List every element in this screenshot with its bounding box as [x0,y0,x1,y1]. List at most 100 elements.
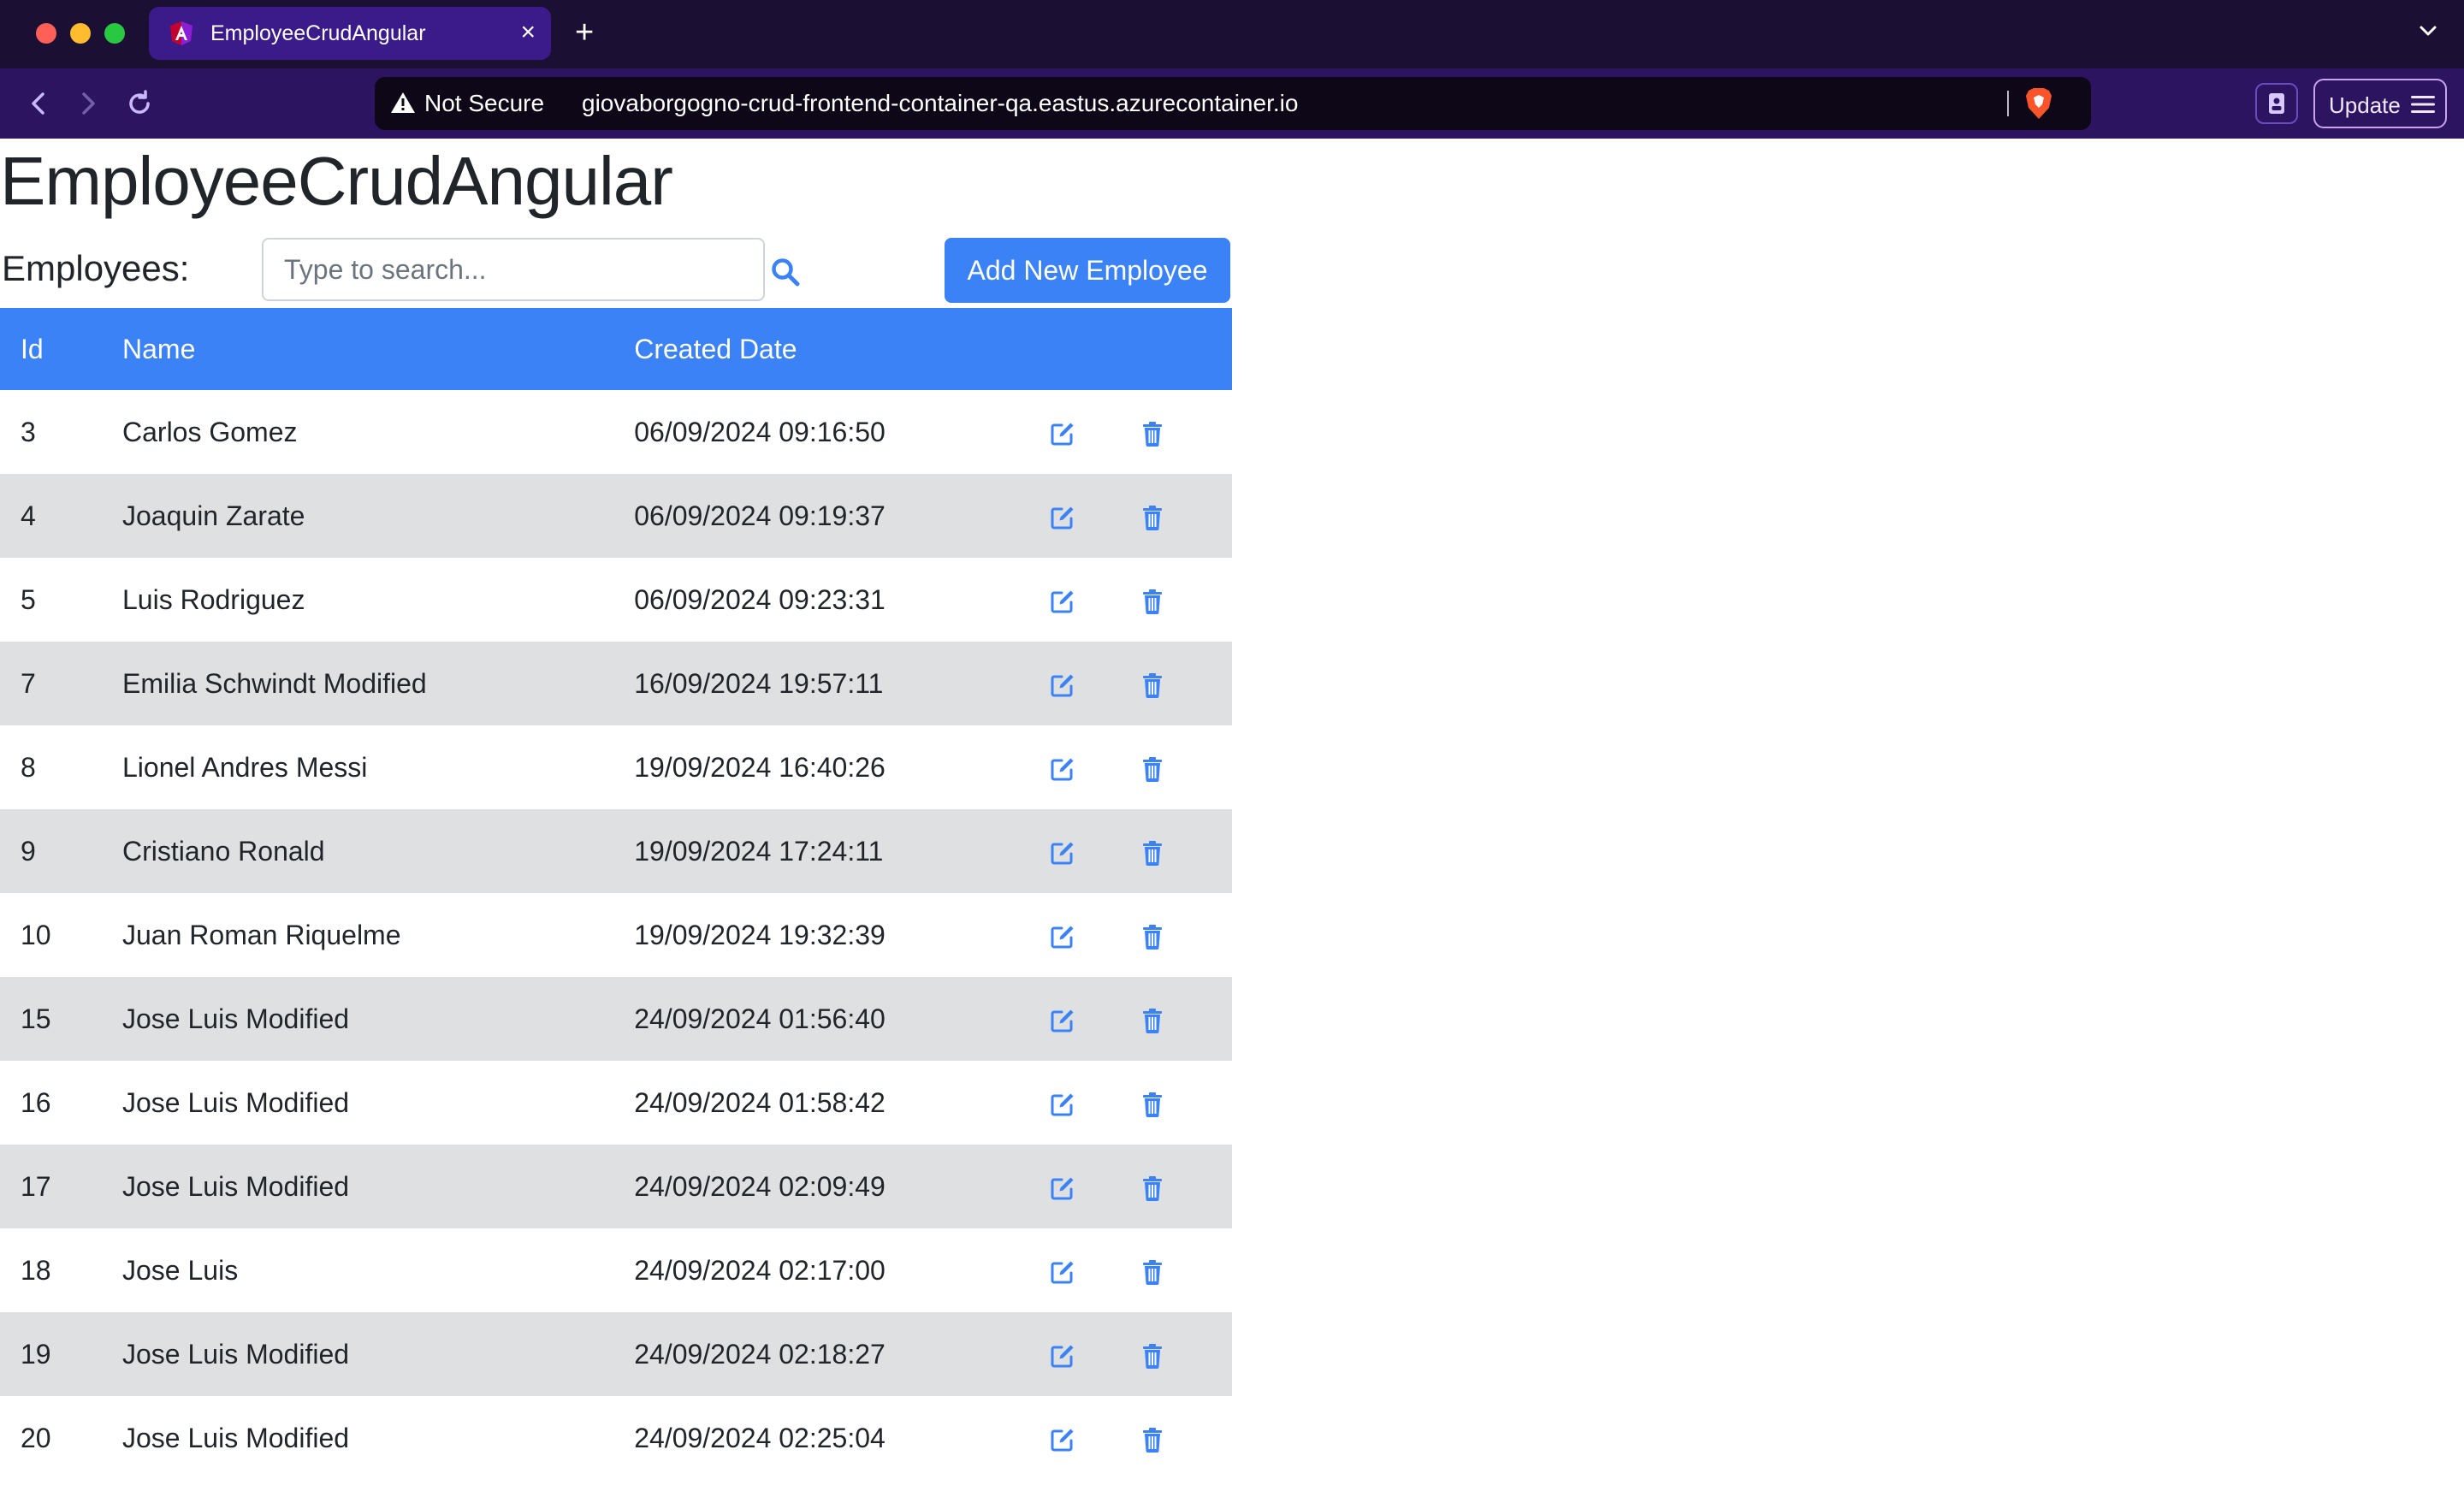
address-bar-divider [2007,91,2009,116]
cell-created-date: 24/09/2024 02:17:00 [634,1254,886,1286]
delete-button[interactable] [1137,977,1232,1061]
menu-icon [2411,96,2435,113]
minimize-window-button[interactable] [70,23,91,44]
edit-button[interactable] [1048,1145,1138,1228]
edit-button[interactable] [1048,1061,1137,1145]
chevron-down-icon[interactable] [2416,19,2440,43]
edit-icon[interactable] [1048,1006,1077,1035]
edit-button[interactable] [1048,809,1138,893]
address-bar[interactable]: Not Secure giovaborgogno-crud-frontend-c… [375,77,2091,130]
url-text[interactable]: giovaborgogno-crud-frontend-container-qa… [582,90,1298,117]
table-row: 15 Jose Luis Modified 24/09/2024 01:56:40 [0,977,1232,1061]
trash-icon[interactable] [1138,503,1167,532]
trash-icon[interactable] [1138,1341,1167,1370]
delete-button[interactable] [1138,1228,1232,1312]
edit-icon[interactable] [1048,922,1077,951]
update-label: Update [2329,92,2401,118]
back-arrow-icon[interactable] [21,86,56,121]
browser-tab[interactable]: EmployeeCrudAngular × [149,7,551,60]
trash-icon[interactable] [1138,671,1167,700]
edit-icon[interactable] [1048,419,1077,448]
add-new-employee-button[interactable]: Add New Employee [945,238,1230,303]
search-icon[interactable] [770,257,801,287]
edit-icon[interactable] [1048,1425,1077,1454]
edit-button[interactable] [1048,474,1138,558]
close-window-button[interactable] [36,23,56,44]
forward-arrow-icon[interactable] [70,86,106,121]
delete-button[interactable] [1138,893,1232,977]
edit-icon[interactable] [1048,754,1077,784]
column-header-id: Id [0,308,122,390]
delete-button[interactable] [1137,642,1232,725]
delete-button[interactable] [1138,1061,1232,1145]
edit-button[interactable] [1048,977,1138,1061]
delete-button[interactable] [1137,809,1232,893]
cell-created-date: 19/09/2024 16:40:26 [634,751,886,783]
trash-icon[interactable] [1138,1006,1167,1035]
trash-icon[interactable] [1138,922,1167,951]
tab-close-icon[interactable]: × [520,17,536,48]
brave-shields-icon[interactable] [2024,87,2053,120]
trash-icon[interactable] [1138,754,1167,784]
trash-icon[interactable] [1138,838,1167,867]
wallet-icon [2269,93,2284,114]
maximize-window-button[interactable] [104,23,125,44]
wallet-button[interactable] [2255,83,2298,124]
edit-button[interactable] [1048,1228,1137,1312]
edit-button[interactable] [1048,390,1137,474]
delete-button[interactable] [1137,1312,1232,1396]
cell-name: Jose Luis Modified [122,1312,635,1396]
edit-button[interactable] [1048,725,1137,809]
delete-button[interactable] [1137,1145,1232,1228]
edit-icon[interactable] [1048,1341,1077,1370]
cell-id: 8 [21,751,36,783]
trash-icon[interactable] [1138,1425,1167,1454]
new-tab-button[interactable]: + [575,15,594,50]
table-row: 4 Joaquin Zarate 06/09/2024 09:19:37 [0,474,1232,558]
delete-button[interactable] [1137,474,1232,558]
edit-icon[interactable] [1048,671,1077,700]
edit-button[interactable] [1048,1312,1138,1396]
cell-created-date: 24/09/2024 01:58:42 [634,1086,886,1118]
table-row: 18 Jose Luis 24/09/2024 02:17:00 [0,1228,1232,1312]
delete-button[interactable] [1138,390,1232,474]
cell-created-date: 24/09/2024 02:25:04 [634,1422,886,1453]
trash-icon[interactable] [1138,587,1167,616]
table-row: 17 Jose Luis Modified 24/09/2024 02:09:49 [0,1145,1232,1228]
table-row: 7 Emilia Schwindt Modified 16/09/2024 19:5… [0,642,1232,725]
cell-name: Carlos Gomez [122,416,298,447]
trash-icon[interactable] [1138,1174,1167,1203]
cell-id: 18 [21,1254,51,1286]
search-input[interactable] [262,238,765,301]
edit-icon[interactable] [1048,1090,1077,1119]
edit-button[interactable] [1048,1396,1137,1480]
edit-button[interactable] [1048,642,1138,725]
cell-id: 9 [0,809,122,893]
edit-button[interactable] [1048,558,1137,642]
trash-icon[interactable] [1138,419,1167,448]
cell-id: 16 [21,1086,51,1118]
table-row: 8 Lionel Andres Messi 19/09/2024 16:40:26 [0,725,1232,809]
not-secure-label[interactable]: Not Secure [424,90,544,117]
cell-name: Jose Luis Modified [122,1145,635,1228]
trash-icon[interactable] [1138,1090,1167,1119]
reload-icon[interactable] [121,86,157,121]
tab-title: EmployeeCrudAngular [210,21,426,45]
update-button[interactable]: Update [2313,79,2447,128]
delete-button[interactable] [1138,725,1232,809]
page-title: EmployeeCrudAngular [0,143,673,219]
cell-created-date: 16/09/2024 19:57:11 [634,642,1049,725]
cell-name: Jose Luis Modified [122,1086,350,1118]
cell-id: 15 [0,977,122,1061]
cell-created-date: 24/09/2024 02:09:49 [634,1145,1049,1228]
trash-icon[interactable] [1138,1257,1167,1287]
edit-icon[interactable] [1048,503,1077,532]
delete-button[interactable] [1138,1396,1232,1480]
edit-icon[interactable] [1048,1174,1077,1203]
edit-icon[interactable] [1048,587,1077,616]
edit-icon[interactable] [1048,838,1077,867]
edit-button[interactable] [1048,893,1137,977]
delete-button[interactable] [1138,558,1232,642]
edit-icon[interactable] [1048,1257,1077,1287]
cell-created-date: 19/09/2024 19:32:39 [634,919,886,950]
